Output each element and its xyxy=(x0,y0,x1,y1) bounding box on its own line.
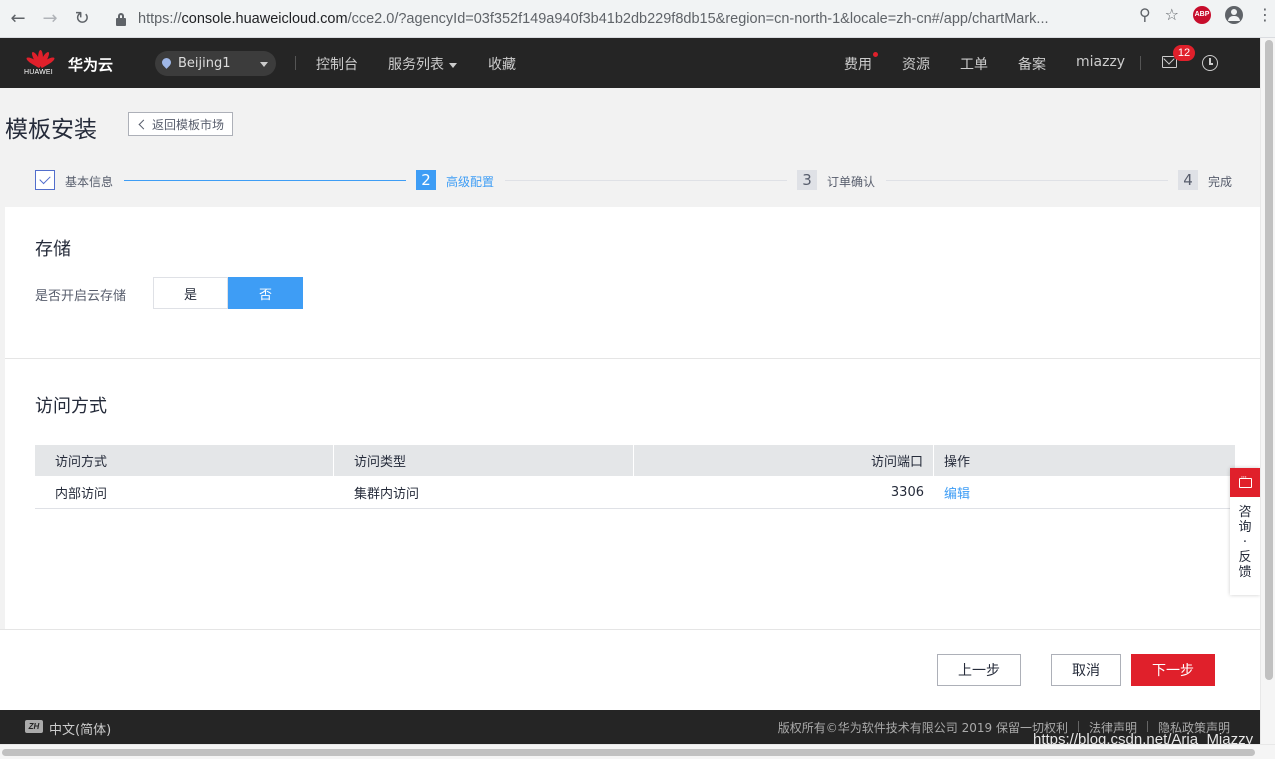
section-divider xyxy=(5,358,1260,359)
storage-option-no[interactable]: 否 xyxy=(228,277,303,309)
feedback-label-text: 咨询 · 反馈 xyxy=(1238,505,1252,580)
nav-service-list-label: 服务列表 xyxy=(388,57,444,73)
feedback-widget[interactable]: 咨询·反馈 xyxy=(1230,468,1260,595)
notification-dot xyxy=(873,52,878,57)
feedback-header xyxy=(1230,468,1260,497)
wizard-action-bar: 上一步 取消 下一步 xyxy=(0,629,1260,710)
kebab-menu-icon[interactable]: ⋮ xyxy=(1257,5,1273,24)
table-header: 访问方式 访问类型 访问端口 操作 xyxy=(35,445,1235,476)
cell-mode: 内部访问 xyxy=(55,487,108,502)
adblock-icon[interactable]: ABP xyxy=(1193,5,1211,24)
nav-divider xyxy=(1140,56,1141,70)
huawei-logo[interactable]: HUAWEI xyxy=(24,46,56,80)
nav-filing[interactable]: 备案 xyxy=(1018,54,1046,74)
scroll-thumb[interactable] xyxy=(1265,40,1273,680)
scroll-thumb[interactable] xyxy=(2,749,1255,756)
stepper: 基本信息 2 高级配置 3 订单确认 4 完成 xyxy=(0,170,1260,192)
column-header-port: 访问端口 xyxy=(634,445,934,476)
lock-icon xyxy=(114,12,128,26)
step-3-label: 订单确认 xyxy=(827,175,876,189)
caret-down-icon xyxy=(449,62,457,68)
forward-arrow-icon[interactable]: → xyxy=(36,5,64,33)
page-title: 模板安装 xyxy=(5,117,97,143)
nav-fees[interactable]: 费用 xyxy=(844,52,878,74)
nav-console[interactable]: 控制台 xyxy=(316,54,358,74)
column-header-type: 访问类型 xyxy=(334,445,634,476)
browser-toolbar: ← → ↻ https://console.huaweicloud.com/cc… xyxy=(0,0,1275,38)
access-table: 访问方式 访问类型 访问端口 操作 内部访问 集群内访问 3306 编辑 xyxy=(35,445,1235,509)
region-label: Beijing1 xyxy=(178,56,231,71)
back-button-label: 返回模板市场 xyxy=(152,117,225,132)
nav-service-list[interactable]: 服务列表 xyxy=(388,54,457,74)
table-row: 内部访问 集群内访问 3306 编辑 xyxy=(35,476,1235,509)
horizontal-scrollbar[interactable] xyxy=(0,744,1275,759)
step-connector xyxy=(505,180,787,181)
nav-tickets[interactable]: 工单 xyxy=(960,54,988,74)
cloud-storage-label: 是否开启云存储 xyxy=(35,289,127,304)
copyright-text: 版权所有©华为软件技术有限公司 2019 保留一切权利 xyxy=(777,721,1068,735)
step-connector xyxy=(886,180,1168,181)
cloud-storage-toggle: 是 否 xyxy=(153,277,303,309)
address-bar[interactable]: https://console.huaweicloud.com/cce2.0/?… xyxy=(104,4,1150,33)
access-section-title: 访问方式 xyxy=(35,396,107,417)
vertical-scrollbar[interactable] xyxy=(1260,38,1275,744)
caret-down-icon xyxy=(260,62,268,67)
nav-fees-label: 费用 xyxy=(844,57,872,73)
next-step-button[interactable]: 下一步 xyxy=(1131,654,1215,686)
star-icon[interactable]: ☆ xyxy=(1165,5,1179,24)
reload-icon[interactable]: ↻ xyxy=(68,5,96,33)
step-4-indicator: 4 xyxy=(1178,170,1198,190)
edit-link[interactable]: 编辑 xyxy=(944,483,970,502)
nav-user[interactable]: miazzy xyxy=(1076,54,1125,70)
cell-port: 3306 xyxy=(890,485,924,500)
key-icon[interactable]: ⚲ xyxy=(1139,5,1151,24)
step-4-label: 完成 xyxy=(1208,175,1233,189)
check-icon xyxy=(39,172,51,185)
chevron-left-icon xyxy=(138,119,149,129)
location-pin-icon xyxy=(162,58,171,70)
step-2-indicator: 2 xyxy=(416,170,436,190)
feedback-label: 咨询 · 反馈 xyxy=(1230,497,1260,580)
storage-option-yes[interactable]: 是 xyxy=(153,277,228,309)
back-arrow-icon[interactable]: ← xyxy=(4,5,32,33)
back-to-market-button[interactable]: 返回模板市场 xyxy=(128,112,233,136)
cancel-button[interactable]: 取消 xyxy=(1051,654,1121,686)
top-navigation: HUAWEI 华为云 Beijing1 控制台 服务列表 收藏 费用 资源 工单… xyxy=(0,38,1260,88)
prev-step-button[interactable]: 上一步 xyxy=(937,654,1021,686)
logo-wordmark: HUAWEI xyxy=(24,69,53,76)
region-selector[interactable]: Beijing1 xyxy=(155,51,276,76)
column-header-actions: 操作 xyxy=(944,455,971,470)
nav-resources[interactable]: 资源 xyxy=(902,54,930,74)
cell-actions: 编辑 xyxy=(934,476,1235,509)
account-icon[interactable] xyxy=(1225,5,1243,24)
nav-divider xyxy=(295,56,296,70)
column-header-mode: 访问方式 xyxy=(35,445,334,476)
url-text: https://console.huaweicloud.com/cce2.0/?… xyxy=(138,10,1049,27)
step-2-label: 高级配置 xyxy=(446,175,495,189)
language-selector[interactable]: 中文(简体) xyxy=(49,719,111,738)
step-3-indicator: 3 xyxy=(797,170,817,190)
brand-name[interactable]: 华为云 xyxy=(68,54,113,75)
step-1-label: 基本信息 xyxy=(65,175,114,189)
mail-count-badge: 12 xyxy=(1173,45,1195,61)
clock-icon[interactable] xyxy=(1202,55,1218,71)
page-header: 模板安装 返回模板市场 基本信息 2 高级配置 3 订单确认 4 完成 xyxy=(0,88,1260,206)
browser-actions: ⚲ ☆ ABP ⋮ xyxy=(1139,5,1273,24)
storage-section-title: 存储 xyxy=(35,239,71,260)
flower-logo-icon xyxy=(25,48,56,69)
step-connector xyxy=(124,180,406,181)
nav-favorites[interactable]: 收藏 xyxy=(488,54,516,74)
cell-type: 集群内访问 xyxy=(354,487,420,502)
chat-icon xyxy=(1238,473,1252,488)
step-1-indicator xyxy=(35,170,55,190)
language-icon: ZH xyxy=(25,720,43,733)
config-panel: 存储 是否开启云存储 是 否 访问方式 访问方式 访问类型 访问端口 操作 内部… xyxy=(5,207,1260,629)
